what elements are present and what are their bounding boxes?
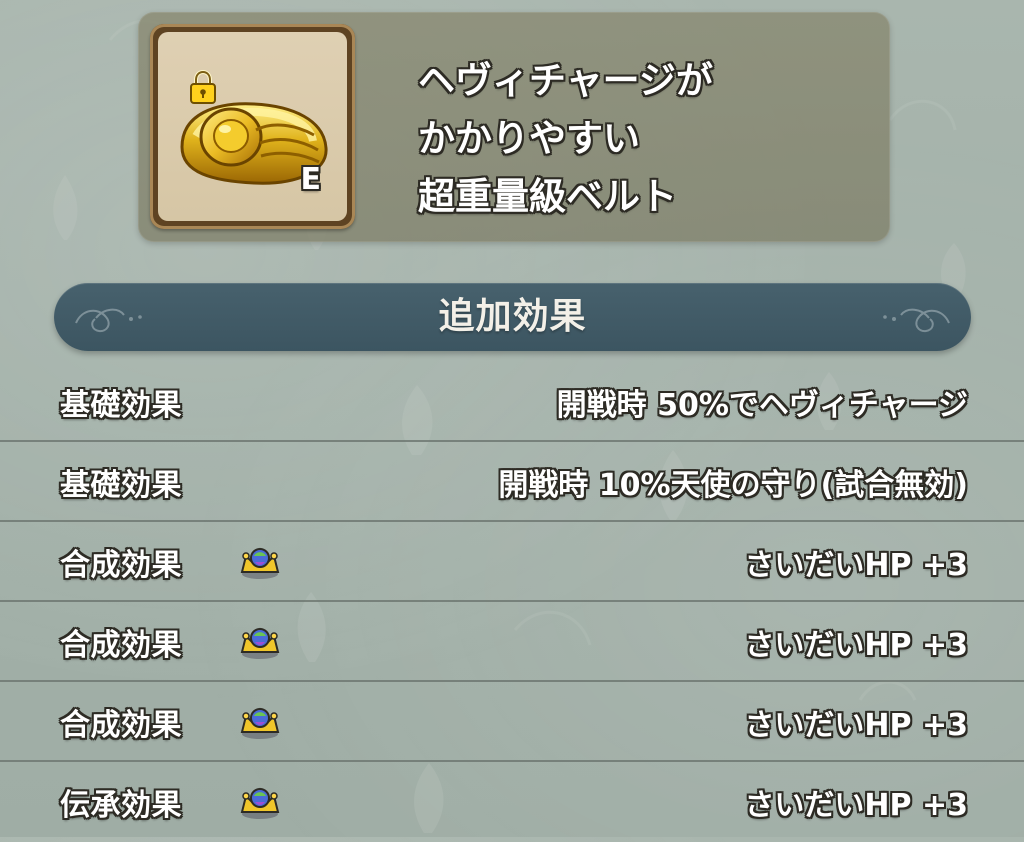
item-card: E ヘヴィチャージが かかりやすい 超重量級ベルト [138,12,890,242]
effect-row-1[interactable]: 基礎効果 開戦時 50%でヘヴィチャージ [0,362,1024,442]
effect-type: 合成効果 [60,628,182,663]
effect-row-6[interactable]: 伝承効果 さいだいHP +3 [0,762,1024,842]
effect-value: さいだいHP +3 [744,548,968,583]
effect-row-4[interactable]: 合成効果 さいだいHP +3 [0,602,1024,682]
effect-value: 開戦時 50%でヘヴィチャージ [556,388,968,423]
item-name: ヘヴィチャージが かかりやすい 超重量級ベルト [418,52,878,226]
item-icon-frame[interactable]: E [150,24,355,229]
padlock-icon [190,70,216,104]
effect-type: 伝承効果 [60,788,182,823]
effect-row-2[interactable]: 基礎効果 開戦時 10%天使の守り(試合無効) [0,442,1024,522]
effect-value: 開戦時 10%天使の守り(試合無効) [498,468,968,503]
section-banner: 追加効果 [54,283,971,351]
effect-row-5[interactable]: 合成効果 さいだいHP +3 [0,682,1024,762]
effect-type: 基礎効果 [60,388,182,423]
section-title: 追加効果 [438,296,587,337]
item-name-line-1: ヘヴィチャージが [418,59,713,102]
equipped-badge: E [300,162,322,197]
item-icon-background: E [158,32,347,221]
effect-value: さいだいHP +3 [744,788,968,823]
effect-type: 合成効果 [60,548,182,583]
effect-row-3[interactable]: 合成効果 さいだいHP +3 [0,522,1024,602]
effect-value: さいだいHP +3 [744,628,968,663]
effects-list: 基礎効果 開戦時 50%でヘヴィチャージ 基礎効果 開戦時 10%天使の守り(試… [0,356,1024,837]
crown-gem-icon [240,627,280,659]
effect-type: 合成効果 [60,708,182,743]
crown-gem-icon [240,787,280,819]
item-name-line-3: 超重量級ベルト [418,175,677,218]
ornament-right-icon [883,308,950,333]
item-name-line-2: かかりやすい [418,117,640,160]
crown-gem-icon [240,547,280,579]
effect-type: 基礎効果 [60,468,182,503]
crown-gem-icon [240,707,280,739]
effect-value: さいだいHP +3 [744,708,968,743]
